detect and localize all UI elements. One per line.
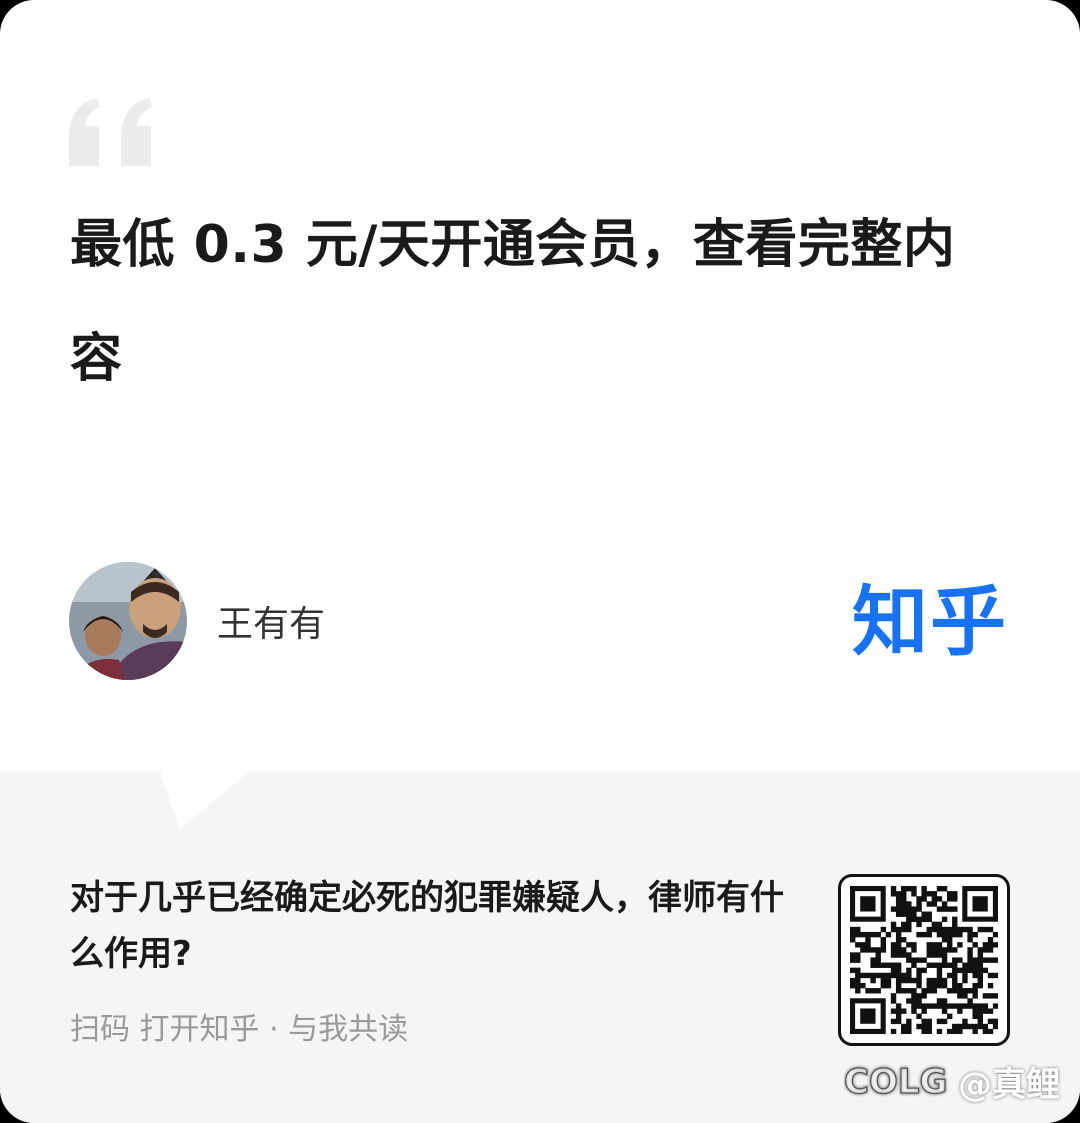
svg-text:COLG: COLG <box>844 1062 947 1102</box>
avatar-image <box>69 562 187 680</box>
qr-code-box[interactable] <box>838 874 1010 1046</box>
avatar[interactable] <box>69 562 187 680</box>
author-name[interactable]: 王有有 <box>217 595 325 647</box>
quote-mark-icon <box>69 98 152 166</box>
share-card: 最低 0.3 元/天开通会员，查看完整内容 王有有 知乎 对于几乎已经确定必死的… <box>0 0 1080 1123</box>
scan-caption: 扫码 打开知乎 · 与我共读 <box>70 1012 409 1047</box>
question-title[interactable]: 对于几乎已经确定必死的犯罪嫌疑人，律师有什么作用? <box>70 870 790 982</box>
watermark-handle: @真鲤 <box>958 1064 1060 1105</box>
watermark: COLG @真鲤 <box>844 1056 1060 1106</box>
author-row[interactable]: 王有有 <box>69 562 325 680</box>
qr-code-icon <box>850 886 998 1034</box>
colg-logo-icon: COLG <box>844 1061 948 1102</box>
headline: 最低 0.3 元/天开通会员，查看完整内容 <box>70 215 956 389</box>
speech-notch-icon <box>160 771 250 829</box>
zhihu-logo: 知乎 <box>852 577 1008 666</box>
